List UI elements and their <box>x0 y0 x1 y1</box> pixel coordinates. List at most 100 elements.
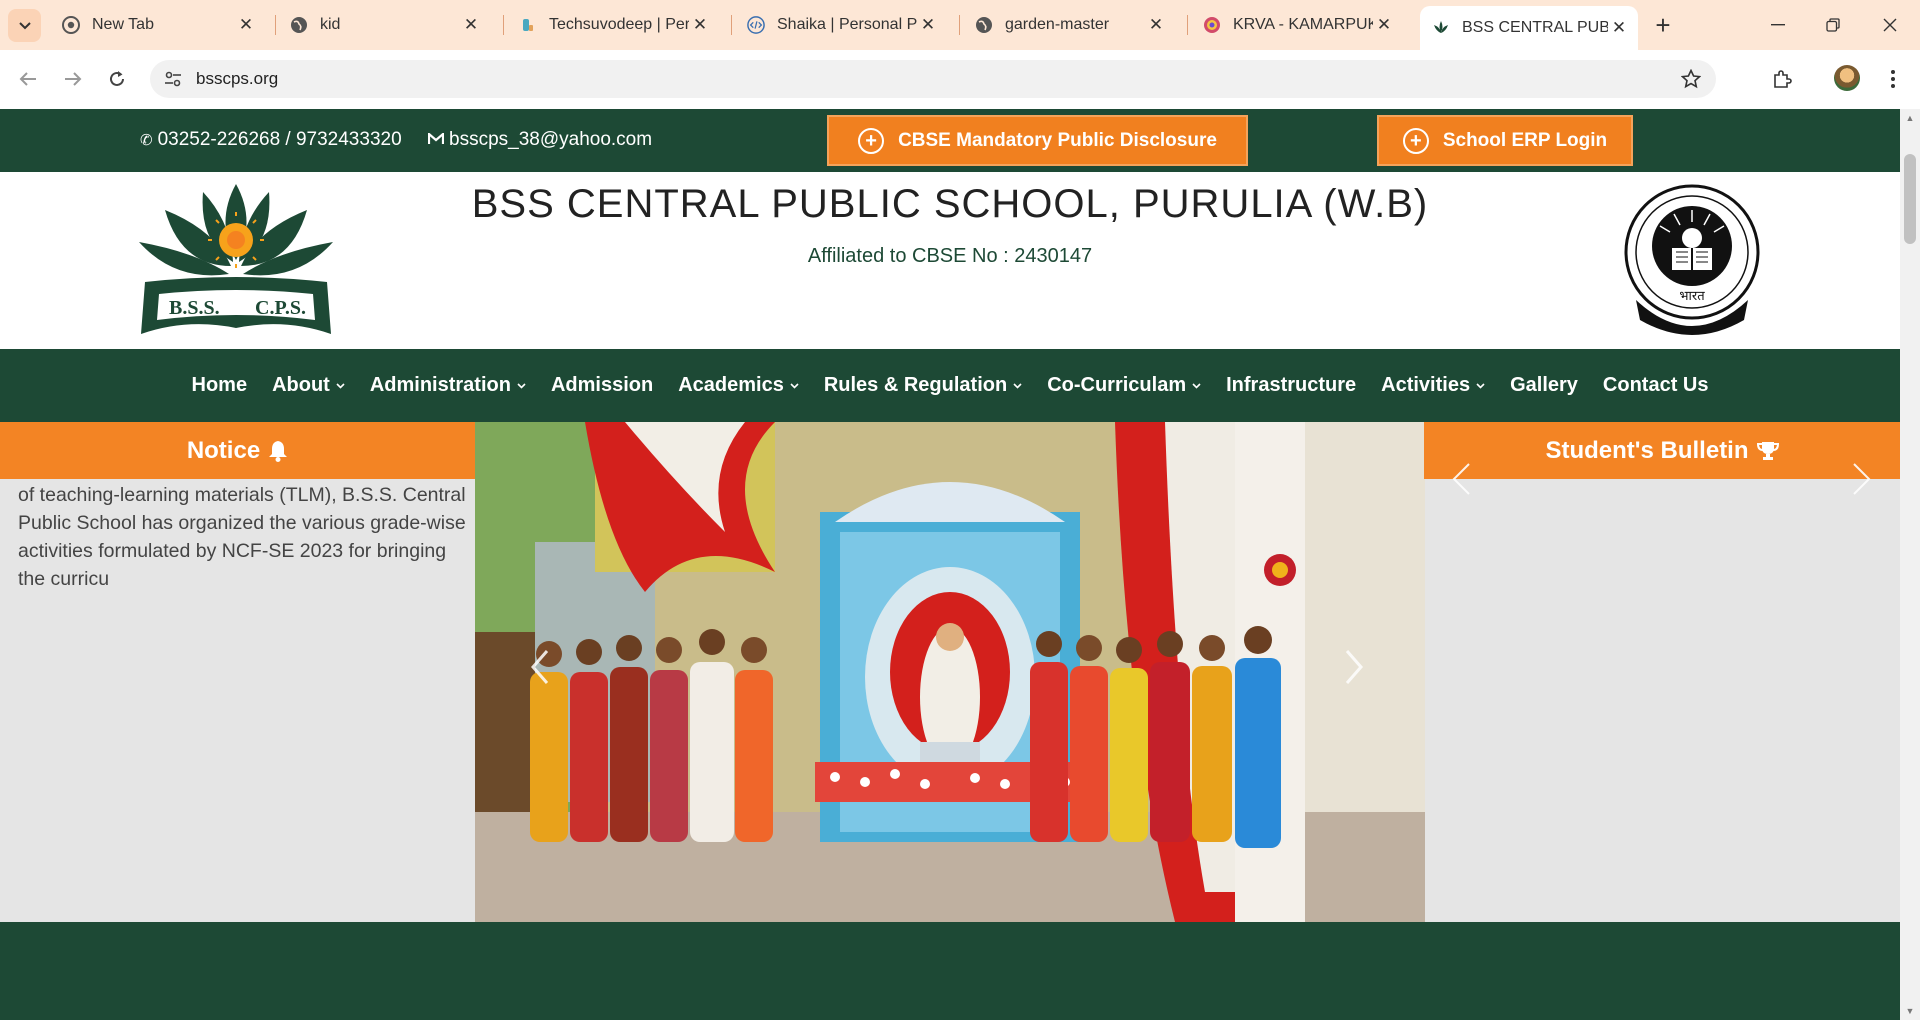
tab-title: Techsuvodeep | Perso <box>549 16 689 33</box>
logo-text: B.S.S. <box>169 297 220 319</box>
tab-kid[interactable]: kid ✕ <box>278 7 490 43</box>
carousel-next-button[interactable] <box>1339 647 1369 687</box>
school-title: BSS CENTRAL PUBLIC SCHOOL, PURULIA (W.B) <box>471 182 1429 226</box>
tab-separator <box>1187 15 1188 35</box>
tab-new-tab[interactable]: New Tab ✕ <box>50 7 265 43</box>
page-scrollbar[interactable]: ▲ ▼ <box>1900 109 1920 1020</box>
phone-contact[interactable]: ✆ 03252-226268 / 9732433320 <box>140 129 402 151</box>
photo-carousel[interactable] <box>475 422 1425 922</box>
bookmark-star-icon[interactable] <box>1680 68 1702 90</box>
notice-text: of teaching-learning materials (TLM), B.… <box>18 479 468 593</box>
minimize-button[interactable] <box>1760 10 1796 40</box>
address-bar[interactable]: bsscps.org <box>150 60 1716 98</box>
bulletin-header: Student's Bulletin <box>1424 422 1900 479</box>
nav-item-about[interactable]: About <box>260 374 358 397</box>
close-icon <box>1883 18 1897 32</box>
chevron-down-icon <box>517 380 526 392</box>
browser-tabstrip: New Tab ✕ kid ✕ Techsuvodeep | Perso ✕ S… <box>0 0 1920 50</box>
close-icon[interactable]: ✕ <box>917 14 939 36</box>
erp-login-label: School ERP Login <box>1442 129 1608 151</box>
tab-separator <box>731 15 732 35</box>
contact-bar: ✆ 03252-226268 / 9732433320 bsscps_38@ya… <box>0 109 1900 172</box>
nav-menu: Home About Administration Admission Academic… <box>0 349 1900 422</box>
chevron-down-icon <box>18 21 31 29</box>
notice-partial-line <box>18 479 468 481</box>
bulletin-next-button[interactable] <box>1852 462 1872 496</box>
tab-title: BSS CENTRAL PUBLIC <box>1462 19 1608 36</box>
nav-item-co-curriculam[interactable]: Co-Curriculam <box>1035 374 1214 397</box>
tab-separator <box>275 15 276 35</box>
tab-bss-central-public[interactable]: BSS CENTRAL PUBLIC ✕ <box>1420 6 1638 50</box>
scrollbar-thumb[interactable] <box>1904 154 1916 244</box>
tab-shaika[interactable]: Shaika | Personal Pro ✕ <box>735 7 947 43</box>
cbse-disclosure-label: CBSE Mandatory Public Disclosure <box>898 129 1217 151</box>
forward-button[interactable] <box>58 64 88 94</box>
profile-avatar[interactable] <box>1834 65 1860 91</box>
bulletin-prev-button[interactable] <box>1451 462 1471 496</box>
nav-item-activities[interactable]: Activities <box>1369 374 1498 397</box>
plus-circle-icon: + <box>858 127 885 154</box>
trophy-icon <box>1756 441 1779 461</box>
tab-krva[interactable]: KRVA - KAMARPUKU ✕ <box>1191 7 1403 43</box>
scroll-up-arrow[interactable]: ▲ <box>1905 113 1915 123</box>
tab-techsuvodeep[interactable]: Techsuvodeep | Perso ✕ <box>507 7 719 43</box>
phone-number: 03252-226268 / 9732433320 <box>157 129 402 150</box>
browser-menu-button[interactable] <box>1878 64 1908 94</box>
tab-title: New Tab <box>92 16 154 33</box>
email-contact[interactable]: bsscps_38@yahoo.com <box>427 129 653 151</box>
nav-item-admission[interactable]: Admission <box>538 374 665 397</box>
restore-button[interactable] <box>1815 10 1851 40</box>
nav-item-contact-us[interactable]: Contact Us <box>1590 374 1721 397</box>
globe-icon <box>975 16 993 34</box>
nav-item-label: Infrastructure <box>1226 374 1357 396</box>
main-navigation: Home About Administration Admission Academic… <box>0 349 1900 422</box>
reload-icon <box>110 71 124 86</box>
erp-login-button[interactable]: + School ERP Login <box>1377 115 1633 166</box>
close-window-button[interactable] <box>1872 10 1908 40</box>
cbse-disclosure-button[interactable]: + CBSE Mandatory Public Disclosure <box>827 115 1248 166</box>
logo-text: C.P.S. <box>255 297 306 319</box>
nav-item-gallery[interactable]: Gallery <box>1498 374 1591 397</box>
back-button[interactable] <box>13 64 43 94</box>
close-icon[interactable]: ✕ <box>1373 14 1395 36</box>
close-icon[interactable]: ✕ <box>460 14 482 36</box>
chevron-right-icon <box>1345 650 1363 684</box>
nav-item-label: Co-Curriculam <box>1047 374 1187 396</box>
site-info-icon[interactable] <box>164 70 182 88</box>
tab-garden-master[interactable]: garden-master ✕ <box>963 7 1175 43</box>
chevron-down-icon <box>1476 380 1485 392</box>
bulletin-heading: Student's Bulletin <box>1545 436 1749 464</box>
tab-title: KRVA - KAMARPUKU <box>1233 16 1373 33</box>
scroll-down-arrow[interactable]: ▼ <box>1905 1006 1915 1016</box>
extensions-button[interactable] <box>1767 64 1797 94</box>
close-icon[interactable]: ✕ <box>235 14 257 36</box>
nav-item-home[interactable]: Home <box>179 374 260 397</box>
nav-item-rules-regulation[interactable]: Rules & Regulation <box>811 374 1034 397</box>
nav-item-infrastructure[interactable]: Infrastructure <box>1214 374 1369 397</box>
email-address: bsscps_38@yahoo.com <box>449 129 653 150</box>
reload-button[interactable] <box>102 64 132 94</box>
notice-scroller[interactable]: of teaching-learning materials (TLM), B.… <box>0 479 475 922</box>
chevron-down-icon <box>1013 380 1022 392</box>
chevron-down-icon <box>1192 380 1201 392</box>
close-icon[interactable]: ✕ <box>1145 14 1167 36</box>
notice-item[interactable]: of teaching-learning materials (TLM), B.… <box>18 484 466 590</box>
tab-title: garden-master <box>1005 16 1110 33</box>
carousel-prev-button[interactable] <box>525 647 555 687</box>
bell-icon <box>268 440 288 462</box>
nav-item-administration[interactable]: Administration <box>357 374 538 397</box>
green-band <box>0 922 1900 1020</box>
tab-separator <box>959 15 960 35</box>
notice-heading: Notice <box>186 436 261 464</box>
minimize-icon <box>1771 24 1785 26</box>
close-icon[interactable]: ✕ <box>689 14 711 36</box>
restore-icon <box>1826 18 1840 32</box>
url-text[interactable]: bsscps.org <box>196 69 278 89</box>
nav-item-academics[interactable]: Academics <box>666 374 812 397</box>
close-icon[interactable]: ✕ <box>1608 17 1630 39</box>
new-tab-button[interactable]: + <box>1648 10 1678 40</box>
tab-search-button[interactable] <box>8 9 41 42</box>
cbse-seal[interactable]: भारत <box>1622 182 1762 338</box>
code-icon <box>747 16 765 34</box>
notice-header: Notice <box>0 422 475 479</box>
